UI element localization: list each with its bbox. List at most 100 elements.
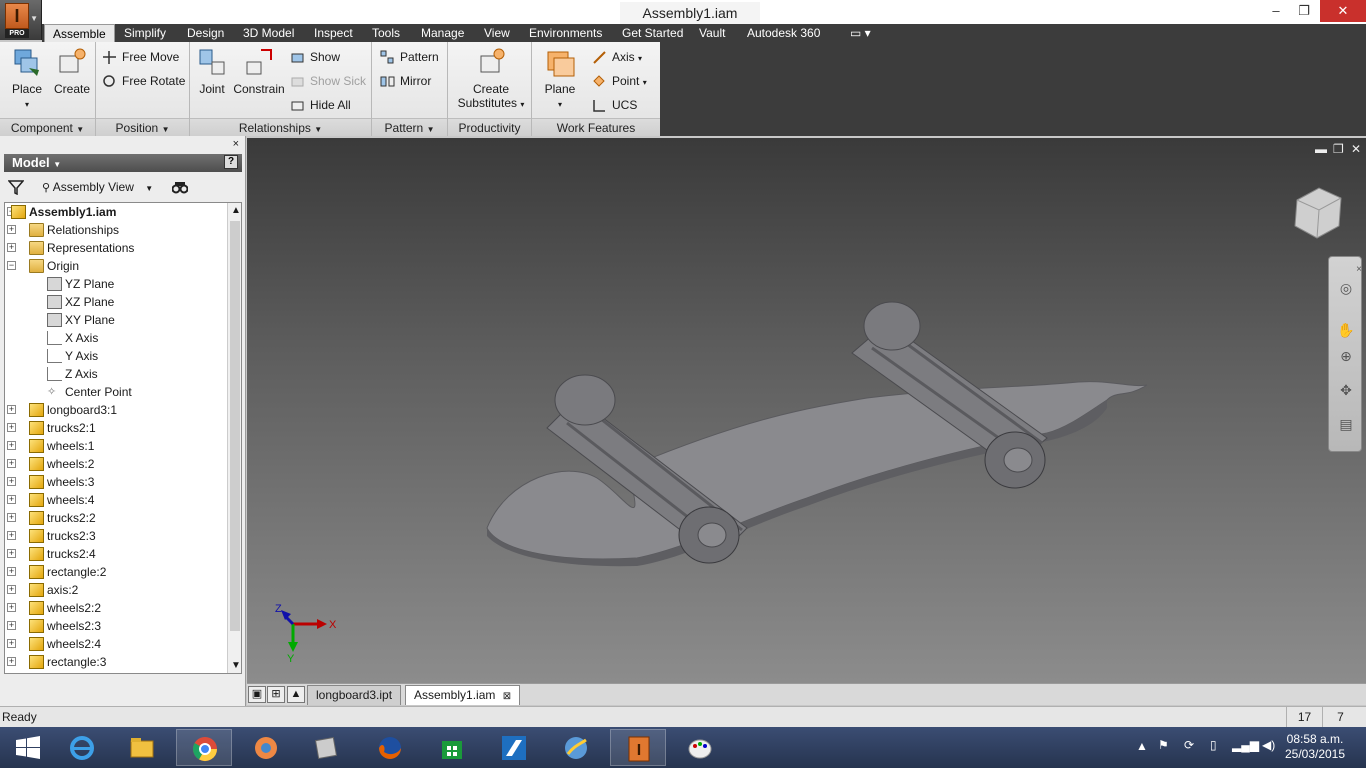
axis-button[interactable]: Axis ▾ <box>592 47 642 67</box>
tree-item[interactable]: + trucks2:4 <box>5 545 241 563</box>
tab-manage[interactable]: Manage <box>413 24 472 42</box>
tab-view[interactable]: View <box>476 24 518 42</box>
tree-item[interactable]: X Axis <box>5 329 241 347</box>
taskbar-internet-explorer[interactable] <box>54 729 110 766</box>
point-button[interactable]: Point ▾ <box>592 71 647 91</box>
work-features-panel-label[interactable]: Work Features <box>532 118 660 136</box>
doc-tab-assembly[interactable]: Assembly1.iam ⊠ <box>405 685 521 705</box>
expand-icon[interactable]: + <box>7 459 16 468</box>
close-tab-icon[interactable]: ⊠ <box>503 691 511 702</box>
tree-item[interactable]: XZ Plane <box>5 293 241 311</box>
taskbar-windows-store[interactable] <box>424 729 480 766</box>
tab-inspect[interactable]: Inspect <box>306 24 361 42</box>
expand-icon[interactable]: + <box>7 531 16 540</box>
expand-icon[interactable]: + <box>7 225 16 234</box>
free-move-button[interactable]: Free Move <box>102 47 179 67</box>
tab-get-started[interactable]: Get Started <box>614 24 691 42</box>
open-documents-icon[interactable]: ▲ <box>287 686 305 703</box>
expand-icon[interactable]: + <box>7 567 16 576</box>
expand-icon[interactable]: + <box>7 585 16 594</box>
expand-icon[interactable]: + <box>7 423 16 432</box>
tile-windows-icon[interactable]: ▣ <box>248 686 266 703</box>
position-panel-label[interactable]: Position ▼ <box>96 118 189 136</box>
tree-item[interactable]: + axis:2 <box>5 581 241 599</box>
tree-item[interactable]: + Representations <box>5 239 241 257</box>
tree-item[interactable]: + rectangle:3 <box>5 653 241 671</box>
mirror-button[interactable]: Mirror <box>380 71 431 91</box>
browser-close-button[interactable]: × <box>233 138 239 150</box>
tree-scrollbar[interactable]: ▲ ▼ <box>227 203 241 673</box>
productivity-panel-label[interactable]: Productivity <box>448 118 531 136</box>
taskbar-chrome[interactable] <box>176 729 232 766</box>
tree-item[interactable]: + trucks2:1 <box>5 419 241 437</box>
taskbar-picasa[interactable] <box>238 729 294 766</box>
graphics-viewport[interactable]: ▬ ❐ ✕ × ◎ ✋ ⊕ ✥ ▤ X Y Z <box>247 138 1366 683</box>
create-substitutes-button[interactable]: Create Substitutes ▾ <box>456 46 526 110</box>
action-center-flag-icon[interactable]: ⚑ <box>1158 738 1169 768</box>
tree-item[interactable]: + wheels:3 <box>5 473 241 491</box>
application-menu-button[interactable]: I PRO ▼ <box>0 0 42 40</box>
show-hidden-icons-icon[interactable]: ▲ <box>1136 739 1148 768</box>
relationships-panel-label[interactable]: Relationships ▼ <box>190 118 371 136</box>
longboard-model[interactable] <box>247 138 1366 683</box>
taskbar-browser-globe[interactable] <box>548 729 604 766</box>
ribbon-display-toggle[interactable]: ▭ ▾ <box>842 24 879 42</box>
tree-item[interactable]: − Origin <box>5 257 241 275</box>
tab-3d-model[interactable]: 3D Model <box>235 24 302 42</box>
component-panel-label[interactable]: Component ▼ <box>0 118 95 136</box>
help-icon[interactable]: ? <box>224 155 238 169</box>
expand-icon[interactable]: + <box>7 603 16 612</box>
expand-icon[interactable]: + <box>7 639 16 648</box>
taskbar-autodesk[interactable] <box>486 729 542 766</box>
tree-item[interactable]: + wheels:2 <box>5 455 241 473</box>
tree-item[interactable]: YZ Plane <box>5 275 241 293</box>
network-signal-icon[interactable]: ▂▄▆ <box>1232 738 1259 768</box>
scroll-down-icon[interactable]: ▼ <box>231 660 241 671</box>
ucs-button[interactable]: UCS <box>592 95 637 115</box>
taskbar-firefox[interactable] <box>362 729 418 766</box>
filter-icon[interactable] <box>8 179 24 195</box>
plane-button[interactable]: Plane ▾ <box>540 46 580 110</box>
tree-item[interactable]: ✧ Center Point <box>5 383 241 401</box>
expand-icon[interactable]: + <box>7 441 16 450</box>
tree-item[interactable]: + rectangle:2 <box>5 563 241 581</box>
tree-item[interactable]: + trucks2:2 <box>5 509 241 527</box>
taskbar-clock[interactable]: 08:58 a.m. 25/03/2015 <box>1280 732 1350 762</box>
taskbar-scanner[interactable] <box>298 729 354 766</box>
minimize-button[interactable]: – <box>1262 0 1290 22</box>
sync-icon[interactable]: ⟳ <box>1184 738 1194 768</box>
volume-icon[interactable]: ◀) <box>1262 738 1275 768</box>
model-browser-header[interactable]: Model ▼ ? <box>4 154 242 172</box>
tab-assemble[interactable]: Assemble <box>44 24 115 42</box>
tree-item[interactable]: Y Axis <box>5 347 241 365</box>
joint-button[interactable]: Joint <box>194 46 230 96</box>
expand-icon[interactable]: + <box>7 243 16 252</box>
tab-design[interactable]: Design <box>179 24 232 42</box>
taskbar-file-explorer[interactable] <box>114 729 170 766</box>
expand-icon[interactable]: + <box>7 513 16 522</box>
scroll-thumb[interactable] <box>230 221 240 631</box>
find-icon[interactable] <box>172 179 188 195</box>
view-selector[interactable]: ⚲ Assembly View ▼ <box>42 178 153 196</box>
tree-item[interactable]: + wheels2:3 <box>5 617 241 635</box>
taskbar-paint[interactable] <box>672 729 728 766</box>
tree-item[interactable]: + wheels:1 <box>5 437 241 455</box>
tab-simplify[interactable]: Simplify <box>116 24 174 42</box>
tree-item[interactable]: XY Plane <box>5 311 241 329</box>
grid-windows-icon[interactable]: ⊞ <box>267 686 285 703</box>
create-button[interactable]: Create <box>52 46 92 96</box>
tab-autodesk-360[interactable]: Autodesk 360 <box>739 24 828 42</box>
tab-vault[interactable]: Vault <box>691 24 733 42</box>
tree-item[interactable]: + trucks2:3 <box>5 527 241 545</box>
tree-item[interactable]: + wheels:4 <box>5 491 241 509</box>
constrain-button[interactable]: Constrain <box>232 46 286 96</box>
tree-item[interactable]: −Assembly1.iam <box>5 203 241 221</box>
free-rotate-button[interactable]: Free Rotate <box>102 71 185 91</box>
collapse-icon[interactable]: − <box>7 261 16 270</box>
restore-button[interactable]: ❐ <box>1290 0 1318 22</box>
tab-tools[interactable]: Tools <box>364 24 408 42</box>
doc-tab-longboard[interactable]: longboard3.ipt <box>307 685 402 705</box>
pattern-button[interactable]: Pattern <box>380 47 439 67</box>
close-button[interactable]: ✕ <box>1320 0 1366 22</box>
tree-item[interactable]: + wheels2:4 <box>5 635 241 653</box>
